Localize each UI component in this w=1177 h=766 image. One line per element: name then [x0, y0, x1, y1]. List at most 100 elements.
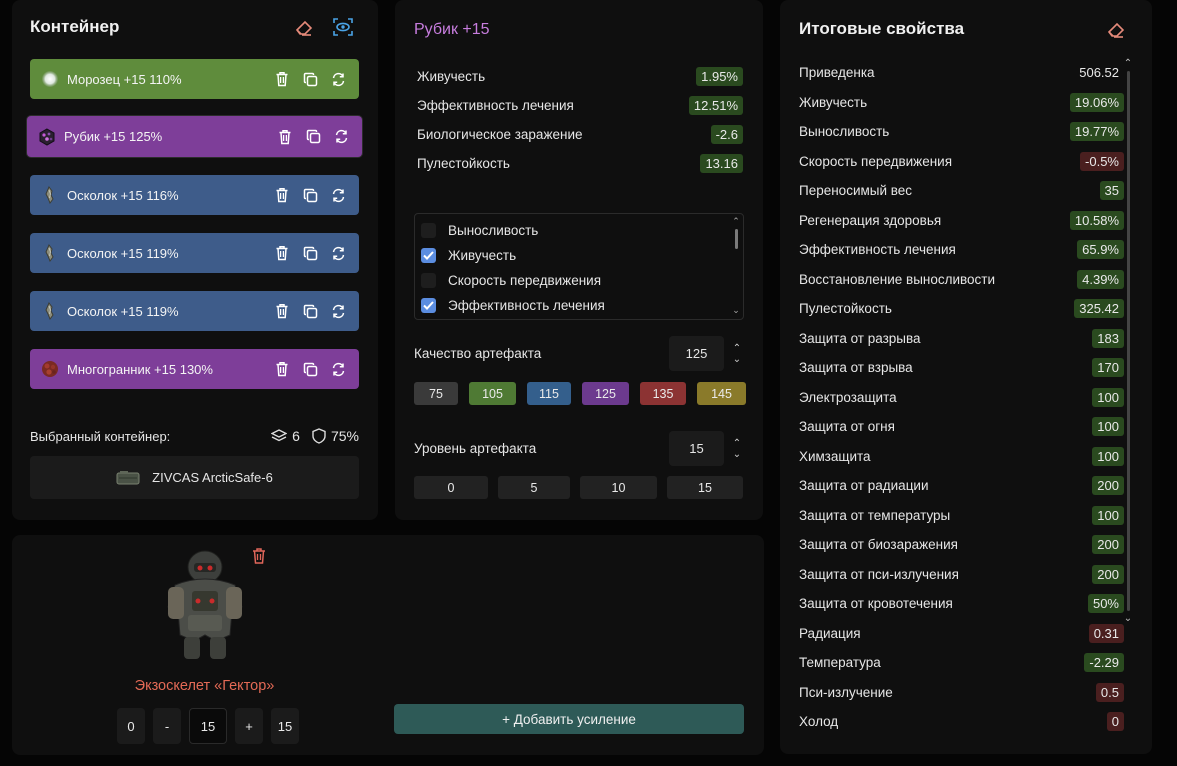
- summary-value: 200: [1092, 564, 1124, 584]
- quality-preset-chip[interactable]: 125: [582, 382, 629, 405]
- quality-preset-chip[interactable]: 115: [527, 382, 571, 405]
- summary-name: Выносливость: [799, 124, 890, 140]
- level-spinner[interactable]: ⌃ ⌄: [730, 438, 744, 460]
- quality-spinner[interactable]: ⌃ ⌄: [730, 343, 744, 365]
- chevron-up-icon[interactable]: ⌃: [733, 438, 741, 449]
- quality-preset-chip[interactable]: 75: [414, 382, 458, 405]
- level-decrement-button[interactable]: -: [153, 708, 181, 744]
- armor-level-input[interactable]: 15: [189, 708, 227, 744]
- trash-icon[interactable]: [273, 244, 291, 262]
- copy-icon[interactable]: [301, 302, 319, 320]
- scroll-down-icon[interactable]: ⌄: [732, 305, 740, 316]
- layers-icon: [271, 429, 288, 442]
- artifact-title: Рубик +15: [414, 21, 490, 38]
- summary-value: 19.06%: [1069, 92, 1124, 112]
- chevron-down-icon[interactable]: ⌄: [733, 354, 741, 365]
- eye-scan-icon[interactable]: [332, 16, 354, 38]
- checkbox-row[interactable]: Скорость передвижения: [415, 268, 743, 293]
- summary-name: Холод: [799, 714, 839, 730]
- add-upgrade-button[interactable]: + Добавить усиление: [394, 704, 744, 734]
- summary-list: Приведенка 506.52 Живучесть 19.06% Выносливо…: [799, 58, 1124, 737]
- level-increment-button[interactable]: +: [235, 708, 263, 744]
- refresh-icon[interactable]: [329, 302, 347, 320]
- copy-icon[interactable]: [304, 128, 322, 146]
- trash-icon[interactable]: [276, 128, 294, 146]
- checkbox[interactable]: [421, 248, 436, 263]
- level-preset-chip[interactable]: 5: [498, 476, 570, 499]
- scroll-thumb[interactable]: [734, 229, 738, 249]
- checkbox-row[interactable]: Выносливость: [415, 218, 743, 243]
- scroll-up-icon[interactable]: ⌃: [732, 216, 740, 227]
- refresh-icon[interactable]: [329, 70, 347, 88]
- stat-row: Пулестойкость 13.16: [417, 149, 743, 178]
- container-panel: Контейнер Морозец +15 110% Рубик +15 125%…: [12, 0, 378, 520]
- summary-name: Эффективность лечения: [799, 242, 956, 258]
- checkbox[interactable]: [421, 273, 436, 288]
- cube-artifact-icon: [38, 127, 56, 146]
- summary-value: -0.5%: [1080, 151, 1124, 171]
- refresh-icon[interactable]: [329, 186, 347, 204]
- copy-icon[interactable]: [301, 70, 319, 88]
- quality-preset-chip[interactable]: 135: [640, 382, 686, 405]
- artifact-row[interactable]: Осколок +15 119%: [30, 291, 359, 331]
- summary-row: Регенерация здоровья 10.58%: [799, 206, 1124, 236]
- level-input[interactable]: 15: [669, 431, 724, 466]
- trash-icon[interactable]: [248, 545, 270, 567]
- scroll-down-icon[interactable]: ⌄: [1124, 613, 1132, 624]
- copy-icon[interactable]: [301, 360, 319, 378]
- eraser-icon[interactable]: [1105, 19, 1127, 41]
- artifact-row[interactable]: Многогранник +15 130%: [30, 349, 359, 389]
- chevron-down-icon[interactable]: ⌄: [733, 449, 741, 460]
- level-preset-chip[interactable]: 10: [580, 476, 657, 499]
- checkbox-row[interactable]: Эффективность лечения: [415, 293, 743, 318]
- stat-row: Биологическое заражение -2.6: [417, 120, 743, 149]
- checkbox[interactable]: [421, 223, 436, 238]
- checkbox[interactable]: [421, 298, 436, 313]
- summary-panel: Итоговые свойства Приведенка 506.52 Живуче…: [780, 0, 1152, 754]
- refresh-icon[interactable]: [329, 244, 347, 262]
- summary-name: Защита от пси-излучения: [799, 566, 959, 582]
- summary-row: Защита от пси-излучения 200: [799, 560, 1124, 590]
- summary-name: Восстановление выносливости: [799, 271, 996, 287]
- refresh-icon[interactable]: [332, 128, 350, 146]
- refresh-icon[interactable]: [329, 360, 347, 378]
- chevron-up-icon[interactable]: ⌃: [733, 343, 741, 354]
- summary-name: Защита от биозаражения: [799, 537, 958, 553]
- summary-value: 506.52: [1079, 65, 1119, 81]
- quality-preset-chip[interactable]: 105: [469, 382, 516, 405]
- artifact-row[interactable]: Осколок +15 116%: [30, 175, 359, 215]
- trash-icon[interactable]: [273, 302, 291, 320]
- container-selector[interactable]: ZIVCAS ArcticSafe-6: [30, 456, 359, 499]
- checkbox-label: Живучесть: [448, 248, 517, 263]
- level-preset-chip[interactable]: 15: [667, 476, 743, 499]
- eraser-icon[interactable]: [293, 17, 315, 39]
- scroll-up-icon[interactable]: ⌃: [1124, 58, 1132, 69]
- artifact-row[interactable]: Рубик +15 125%: [27, 116, 362, 157]
- stat-name: Пулестойкость: [417, 156, 510, 171]
- scroll-thumb[interactable]: [1126, 71, 1130, 611]
- trash-icon[interactable]: [273, 70, 291, 88]
- level-min-button[interactable]: 0: [117, 708, 145, 744]
- stat-name: Эффективность лечения: [417, 98, 574, 113]
- checkbox-row[interactable]: Живучесть: [415, 243, 743, 268]
- level-preset-chip[interactable]: 0: [414, 476, 488, 499]
- artifact-row[interactable]: Морозец +15 110%: [30, 59, 359, 99]
- copy-icon[interactable]: [301, 186, 319, 204]
- trash-icon[interactable]: [273, 186, 291, 204]
- shield-icon: [312, 428, 326, 444]
- copy-icon[interactable]: [301, 244, 319, 262]
- checkbox-label: Выносливость: [448, 223, 539, 238]
- level-max-button[interactable]: 15: [271, 708, 299, 744]
- summary-row: Защита от кровотечения 50%: [799, 589, 1124, 619]
- artifact-row[interactable]: Осколок +15 119%: [30, 233, 359, 273]
- quality-preset-chip[interactable]: 145: [697, 382, 746, 405]
- summary-scrollbar[interactable]: ⌃ ⌄: [1123, 58, 1133, 738]
- checklist-scrollbar[interactable]: ⌃ ⌄: [732, 216, 740, 316]
- quality-input[interactable]: 125: [669, 336, 724, 371]
- artifact-label: Осколок +15 119%: [67, 303, 179, 319]
- stat-name: Живучесть: [417, 69, 486, 84]
- trash-icon[interactable]: [273, 360, 291, 378]
- summary-value: 65.9%: [1077, 240, 1124, 260]
- summary-row: Пулестойкость 325.42: [799, 294, 1124, 324]
- summary-value: 183: [1092, 328, 1124, 348]
